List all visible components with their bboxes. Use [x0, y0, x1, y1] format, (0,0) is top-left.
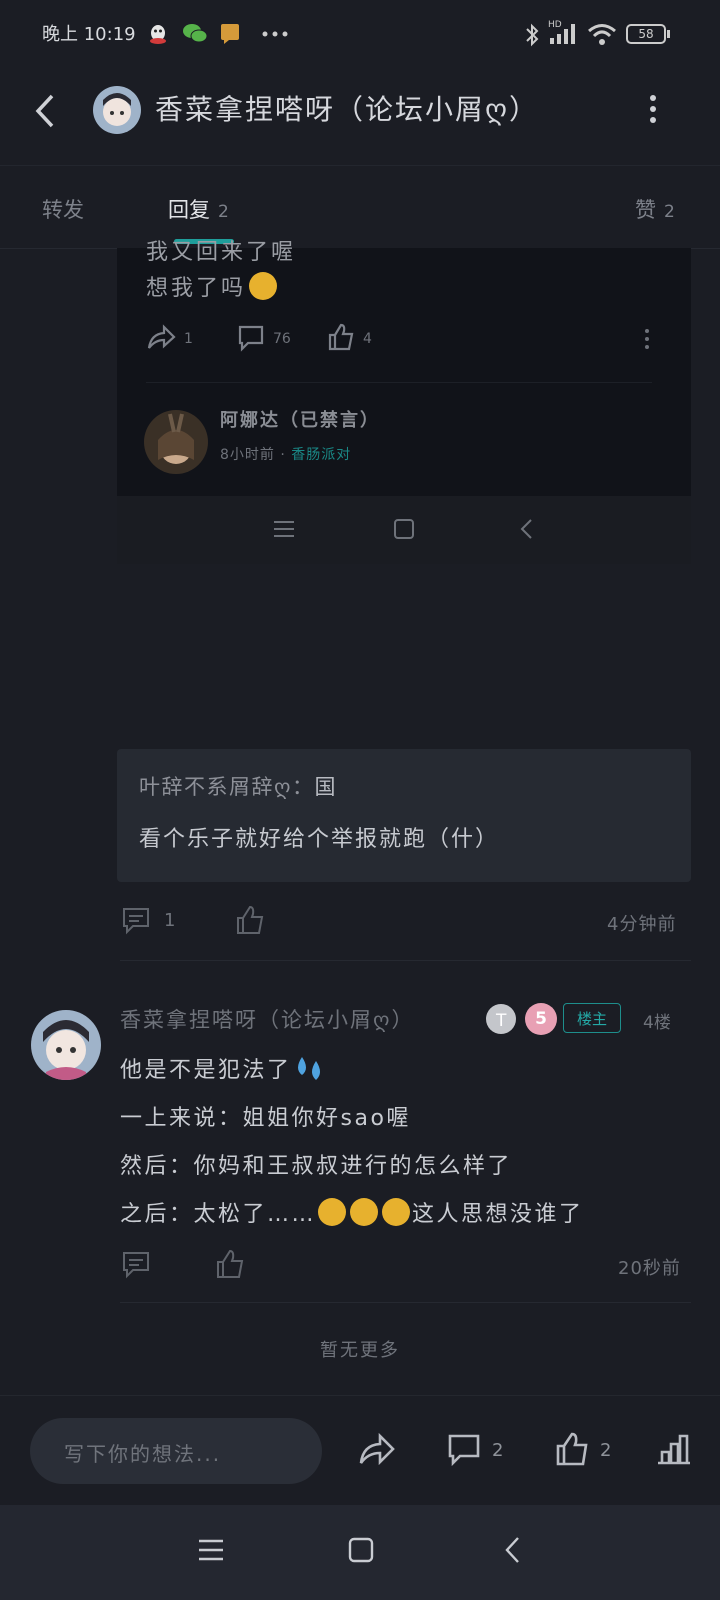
kiss-emoji-icon: [249, 272, 277, 300]
grin-sweat-emoji-icon: [350, 1198, 379, 1226]
comment-time: 20秒前: [618, 1258, 681, 1279]
floor-number: 4楼: [643, 1013, 671, 1033]
embedded-more-icon[interactable]: [643, 328, 651, 350]
comment-line-1: 他是不是犯法了: [120, 1052, 326, 1084]
op-badge: 楼主: [563, 1003, 621, 1033]
quoted-reply[interactable]: 叶辞不系屑辞ღ：国 看个乐子就好给个举报就跑（什）: [117, 749, 691, 882]
divider: [120, 960, 691, 961]
comment-icon[interactable]: [237, 324, 265, 352]
more-options-icon[interactable]: [648, 94, 658, 124]
embedded-nav-bar: [117, 496, 691, 564]
nav-back-icon[interactable]: [503, 1536, 521, 1564]
grin-sweat-emoji-icon: [318, 1198, 347, 1226]
no-more-label: 暂无更多: [320, 1340, 400, 1361]
back-icon[interactable]: [30, 92, 60, 130]
tab-likes-count: 2: [664, 202, 675, 222]
embedded-post-card[interactable]: 我又回来了喔 想我了吗 1 76 4 阿娜达（已禁言） 8小时前 · 香肠派对: [117, 240, 691, 496]
menu-icon[interactable]: [199, 1539, 223, 1561]
header-avatar[interactable]: [93, 86, 141, 134]
embedded-menu-icon: [274, 521, 294, 537]
forward-icon[interactable]: [358, 1432, 396, 1468]
tab-forward-label: 转发: [42, 198, 84, 222]
svg-text:T: T: [495, 1011, 507, 1031]
comment-input[interactable]: 写下你的想法...: [30, 1418, 322, 1484]
embedded-home-icon: [394, 519, 414, 539]
tab-forward[interactable]: 转发: [42, 194, 84, 224]
embedded-post-meta: 8小时前 · 香肠派对: [220, 444, 351, 464]
quoted-like-icon[interactable]: [235, 904, 265, 936]
embedded-author-name: 阿娜达（已禁言）: [220, 410, 380, 431]
tab-replies[interactable]: 回复 2: [168, 194, 229, 224]
embedded-meta-dot: ·: [280, 447, 286, 463]
like-icon[interactable]: [327, 322, 355, 352]
quoted-reply-time: 4分钟前: [607, 914, 677, 935]
embedded-divider: [146, 382, 652, 383]
quoted-comment-count: 1: [164, 910, 176, 931]
comment-line-2: 一上来说：姐姐你好sao喔: [120, 1106, 411, 1131]
home-icon[interactable]: [348, 1537, 374, 1563]
grin-sweat-emoji-icon: [382, 1198, 411, 1226]
wechat-icon: [183, 24, 208, 43]
comment-input-placeholder: 写下你的想法...: [64, 1442, 222, 1466]
level-badge: 5: [525, 1003, 557, 1035]
embedded-comment-count: 76: [273, 331, 291, 347]
status-bar: 晚上 10:19 HD 58: [0, 0, 720, 70]
embedded-post-time: 8小时前: [220, 447, 275, 463]
quoted-reply-header: 叶辞不系屑辞ღ：国: [139, 771, 337, 801]
status-time: 晚上 10:19: [42, 24, 136, 45]
quoted-reply-separator: ：: [292, 775, 315, 799]
bottom-comment-count: 2: [492, 1440, 504, 1461]
embedded-back-icon: [520, 519, 532, 539]
bottom-comment-icon[interactable]: [447, 1433, 481, 1467]
comment-line-3: 然后：你妈和王叔叔进行的怎么样了: [120, 1154, 513, 1179]
bottom-like-icon[interactable]: [555, 1431, 589, 1467]
reply-icon[interactable]: [121, 1250, 151, 1280]
divider: [120, 1302, 691, 1303]
comment-line-4-tail: 这人思想没谁了: [412, 1202, 584, 1227]
embedded-like-count: 4: [363, 331, 372, 347]
header: 香菜拿捏嗒呀（论坛小屑ღ）: [0, 70, 720, 166]
comment-author-name[interactable]: 香菜拿捏嗒呀（论坛小屑ღ）: [120, 1004, 415, 1034]
quoted-reply-emote: 国: [314, 775, 338, 799]
qq-icon: [150, 25, 166, 44]
quoted-reply-author: 叶辞不系屑辞ღ: [139, 775, 293, 799]
tab-replies-count: 2: [218, 202, 229, 222]
embedded-share-count: 1: [184, 331, 193, 347]
bottom-like-count: 2: [600, 1440, 612, 1461]
bluetooth-icon: [526, 23, 539, 47]
tab-bar: 转发 回复 2 赞2: [0, 166, 720, 249]
notes-icon: [221, 24, 239, 44]
quoted-comment-icon[interactable]: [121, 906, 151, 936]
sweat-droplets-icon: [297, 1057, 320, 1080]
embedded-post-line2: 想我了吗: [146, 276, 247, 301]
battery-tip: [667, 30, 670, 38]
title-badge-icon: T: [486, 1004, 516, 1034]
embedded-post-group: 香肠派对: [291, 447, 352, 463]
comment-line-1-text: 他是不是犯法了: [120, 1058, 292, 1083]
tab-replies-label: 回复: [168, 198, 210, 222]
comment-author-avatar[interactable]: [31, 1010, 101, 1080]
comment-line-4: 之后：太松了…… 这人思想没谁了: [120, 1196, 584, 1228]
tab-likes[interactable]: 赞2: [635, 194, 675, 224]
comment-line-4-text: 之后：太松了……: [120, 1202, 317, 1227]
quoted-reply-text: 看个乐子就好给个举报就跑（什）: [139, 827, 500, 852]
wifi-icon: [588, 24, 616, 45]
bottom-action-bar: 写下你的想法... 2 2: [0, 1395, 720, 1506]
embedded-author-avatar: [144, 410, 208, 474]
share-icon[interactable]: [146, 324, 176, 352]
system-nav-bar: [0, 1505, 720, 1600]
signal-icon: [550, 24, 575, 44]
page-title: 香菜拿捏嗒呀（论坛小屑ღ）: [155, 93, 540, 126]
comment-like-icon[interactable]: [215, 1248, 245, 1280]
battery-indicator: 58: [626, 24, 666, 44]
embedded-post-line1: 我又回来了喔: [146, 240, 297, 265]
more-notifications-icon: [262, 31, 288, 37]
tab-likes-label: 赞: [635, 198, 656, 222]
stats-icon[interactable]: [656, 1432, 692, 1466]
